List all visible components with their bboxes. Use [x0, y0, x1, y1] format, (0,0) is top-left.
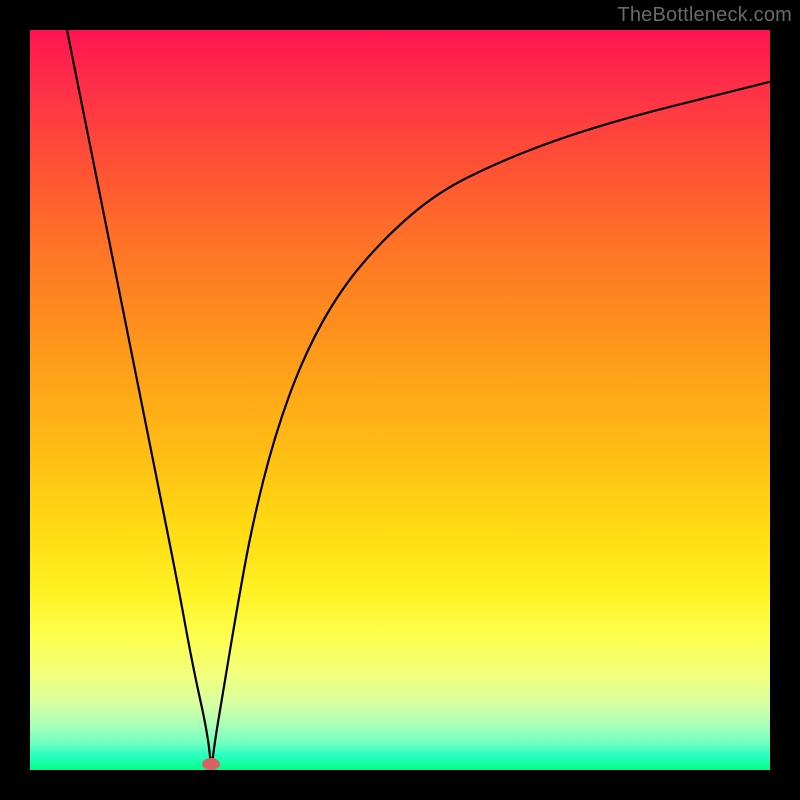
- optimal-point-marker: [202, 758, 220, 770]
- attribution-text: TheBottleneck.com: [617, 4, 792, 27]
- chart-plot-area: [30, 30, 770, 770]
- bottleneck-curve: [30, 30, 770, 770]
